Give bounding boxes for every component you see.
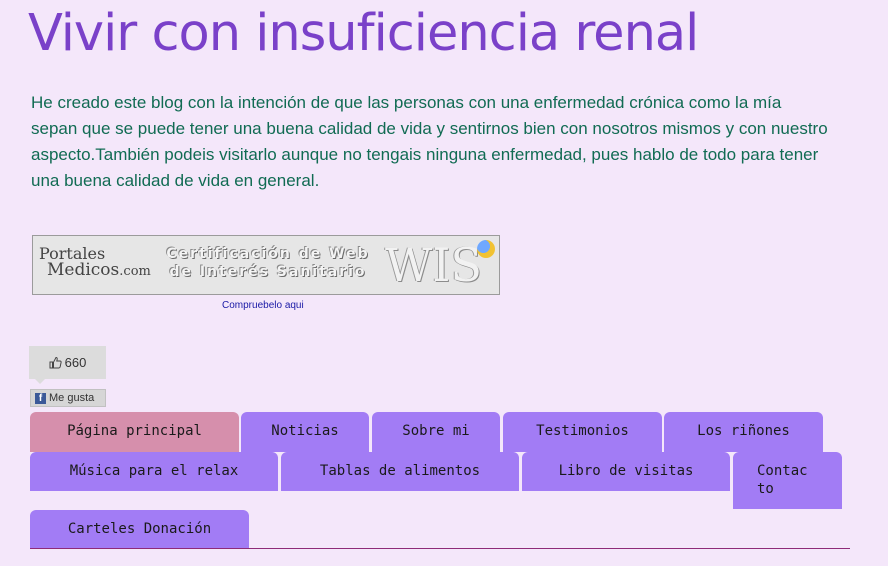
wis-logo: WIS <box>385 238 482 292</box>
cert-line-2: de Interés Sanitario <box>169 264 367 280</box>
tab-musica-relax[interactable]: Música para el relax <box>30 452 278 491</box>
blog-title[interactable]: Vivir con insuficiencia renal <box>28 2 699 66</box>
blog-description: He creado este blog con la intención de … <box>31 93 828 190</box>
tab-sobre-mi[interactable]: Sobre mi <box>372 412 500 452</box>
nav-divider <box>30 548 850 549</box>
logo-suffix: .com <box>119 264 151 279</box>
tab-los-rinones[interactable]: Los riñones <box>664 412 823 452</box>
check-certification-link[interactable]: Compruebelo aqui <box>222 300 304 311</box>
portalesmedicos-logo: Portales Medicos.com <box>39 246 159 280</box>
logo-line-2: Medicos <box>47 260 120 280</box>
tab-carteles-donacion[interactable]: Carteles Donación <box>30 510 249 548</box>
like-count: 660 <box>64 355 87 370</box>
tab-testimonios[interactable]: Testimonios <box>503 412 662 452</box>
tab-noticias[interactable]: Noticias <box>241 412 369 452</box>
like-button-label: Me gusta <box>49 392 95 404</box>
tab-contacto[interactable]: Contac to <box>733 452 842 509</box>
facebook-like-button[interactable]: f Me gusta <box>30 389 106 407</box>
tab-pagina-principal[interactable]: Página principal <box>30 412 239 452</box>
tab-libro-visitas[interactable]: Libro de visitas <box>522 452 730 491</box>
certification-badge[interactable]: Portales Medicos.com Certificación de We… <box>32 235 500 295</box>
certification-text: Certificación de Web de Interés Sanitari… <box>163 245 373 281</box>
thumbs-up-icon <box>49 356 62 369</box>
tab-tablas-alimentos[interactable]: Tablas de alimentos <box>281 452 519 491</box>
like-count-box: 660 <box>29 346 106 384</box>
cert-line-1: Certificación de Web <box>166 246 370 262</box>
facebook-icon: f <box>35 392 46 404</box>
wis-dot-icon <box>477 240 495 258</box>
